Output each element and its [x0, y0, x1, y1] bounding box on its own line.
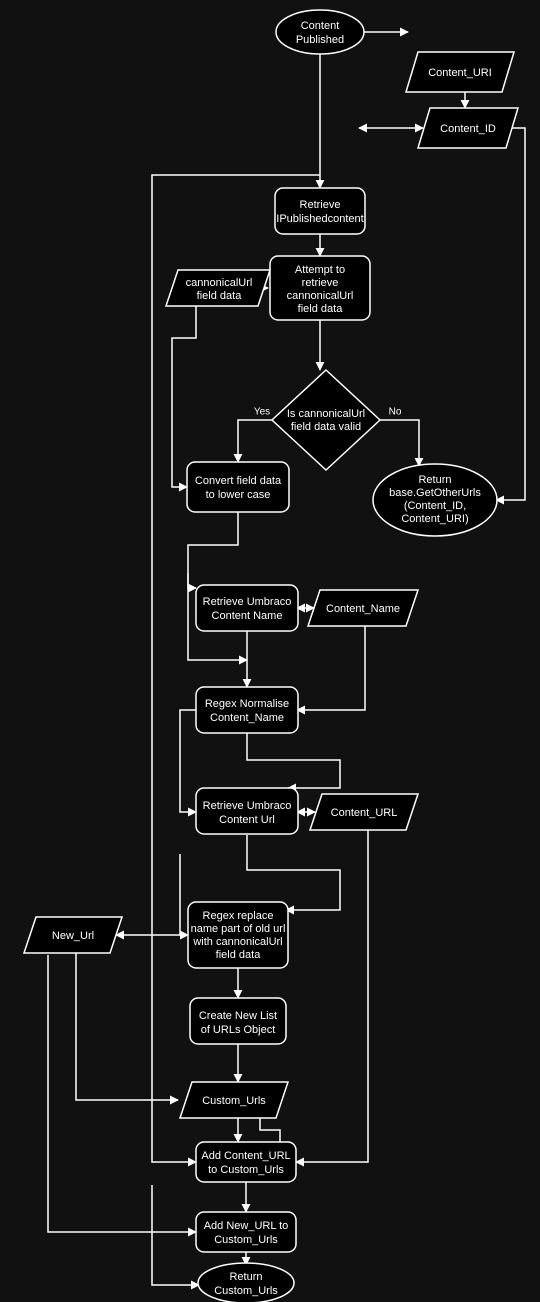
node-create-list: Create New List of URLs Object: [190, 998, 286, 1044]
svg-text:Add New_URL to: Add New_URL to: [204, 1220, 289, 1232]
node-retrieve-url: Retrieve Umbraco Content Url: [196, 788, 298, 834]
edge-newurl-customurls: [76, 953, 178, 1100]
svg-text:Content: Content: [301, 20, 340, 32]
svg-text:to lower case: to lower case: [206, 489, 271, 501]
svg-text:Custom_Urls: Custom_Urls: [214, 1285, 278, 1297]
svg-text:field data: field data: [197, 290, 243, 302]
edge-leftspine-return: [152, 1185, 199, 1285]
edge-id-returnbase: [496, 128, 525, 500]
svg-text:Return: Return: [229, 1271, 262, 1283]
svg-text:Content Url: Content Url: [219, 814, 275, 826]
edge-regexnorm-retrieveurl: [247, 732, 340, 788]
node-decision: Is cannonicalUrl field data valid: [272, 370, 380, 470]
svg-text:Is cannonicalUrl: Is cannonicalUrl: [287, 408, 365, 420]
svg-text:Content_URI: Content_URI: [428, 67, 492, 79]
node-add-content: Add Content_URL to Custom_Urls: [196, 1142, 296, 1182]
edge-no-label: No: [389, 407, 402, 418]
edge-convert-retrievename: [188, 512, 238, 588]
edge-regexnorm-leftloop: [180, 710, 196, 812]
svg-text:Content Name: Content Name: [212, 610, 283, 622]
edge-cn-regexnorm: [297, 626, 365, 710]
edge-retrieveurl-replace: [247, 835, 340, 910]
node-custom-urls: Custom_Urls: [180, 1082, 288, 1118]
node-retrieve-ipc: Retrieve IPublishedcontent: [275, 188, 365, 234]
svg-text:Custom_Urls: Custom_Urls: [214, 1234, 278, 1246]
svg-text:Content_Name: Content_Name: [326, 603, 400, 615]
svg-text:name part of old url: name part of old url: [191, 923, 286, 935]
svg-text:of URLs Object: of URLs Object: [201, 1024, 276, 1036]
svg-text:field data: field data: [298, 303, 344, 315]
svg-text:Create New List: Create New List: [199, 1010, 277, 1022]
svg-text:Retrieve Umbraco: Retrieve Umbraco: [203, 800, 292, 812]
edge-yes: [238, 420, 280, 462]
node-regex-norm: Regex Normalise Content_Name: [196, 687, 298, 733]
svg-text:field data: field data: [216, 949, 262, 961]
svg-text:New_Url: New_Url: [52, 930, 94, 942]
svg-text:Content_Name: Content_Name: [210, 712, 284, 724]
svg-text:with cannonicalUrl: with cannonicalUrl: [192, 936, 282, 948]
svg-text:Attempt to: Attempt to: [295, 264, 345, 276]
svg-text:Published: Published: [296, 34, 344, 46]
svg-text:IPublishedcontent: IPublishedcontent: [276, 213, 363, 225]
svg-text:Retrieve Umbraco: Retrieve Umbraco: [203, 596, 292, 608]
node-content-uri: Content_URI: [406, 52, 514, 92]
node-content-url: Content_URL: [310, 794, 418, 830]
node-return-custom: Return Custom_Urls: [198, 1263, 294, 1302]
svg-text:Content_ID: Content_ID: [440, 123, 496, 135]
node-content-id: Content_ID: [418, 108, 518, 148]
edge-canon-convert: [172, 306, 196, 487]
svg-text:Add Content_URL: Add Content_URL: [201, 1150, 290, 1162]
svg-text:to Custom_Urls: to Custom_Urls: [208, 1164, 284, 1176]
node-return-base: Return base.GetOtherUrls (Content_ID, Co…: [373, 464, 497, 536]
svg-text:Content_URL: Content_URL: [331, 807, 398, 819]
svg-text:Return: Return: [418, 474, 451, 486]
svg-text:Custom_Urls: Custom_Urls: [202, 1095, 266, 1107]
svg-text:Regex replace: Regex replace: [203, 910, 274, 922]
svg-text:base.GetOtherUrls: base.GetOtherUrls: [389, 487, 481, 499]
svg-text:Regex Normalise: Regex Normalise: [205, 698, 289, 710]
node-start: Content Published: [276, 10, 364, 54]
node-regex-replace: Regex replace name part of old url with …: [188, 902, 288, 968]
flowchart-canvas: Yes No Content Publish: [0, 0, 540, 1302]
svg-text:cannonicalUrl: cannonicalUrl: [186, 277, 253, 289]
svg-text:Convert field data: Convert field data: [195, 475, 282, 487]
svg-text:cannonicalUrl: cannonicalUrl: [287, 290, 354, 302]
edge-newurl-addnew: [48, 955, 196, 1232]
edge-yes-label: Yes: [254, 407, 270, 418]
edge-cu-addcontent: [296, 830, 368, 1162]
edge-no: [373, 420, 419, 466]
node-convert: Convert field data to lower case: [187, 462, 289, 512]
svg-text:field data valid: field data valid: [291, 421, 361, 433]
svg-text:(Content_ID,: (Content_ID,: [404, 500, 466, 512]
edge-left-replace: [180, 854, 188, 935]
node-new-url: New_Url: [24, 917, 122, 953]
svg-text:retrieve: retrieve: [302, 277, 339, 289]
node-add-new: Add New_URL to Custom_Urls: [196, 1212, 296, 1252]
svg-text:Retrieve: Retrieve: [300, 199, 341, 211]
node-attempt: Attempt to retrieve cannonicalUrl field …: [270, 256, 370, 320]
svg-text:Content_URI): Content_URI): [401, 513, 468, 525]
node-canon-data: cannonicalUrl field data: [166, 270, 270, 306]
node-retrieve-name: Retrieve Umbraco Content Name: [196, 585, 298, 631]
node-content-name: Content_Name: [308, 590, 418, 626]
